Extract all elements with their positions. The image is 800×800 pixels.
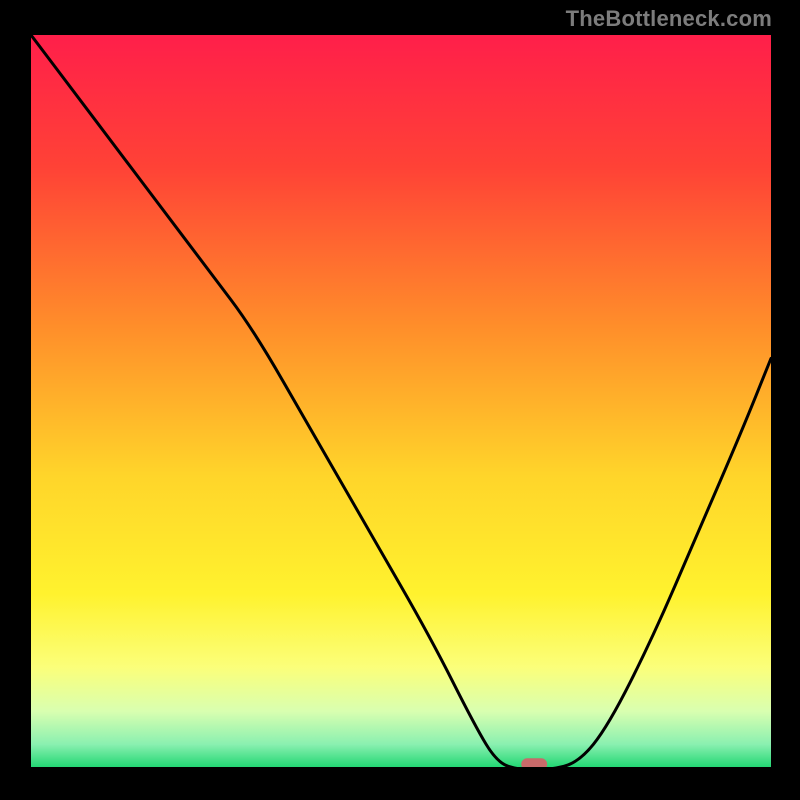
plot-area bbox=[31, 35, 771, 770]
chart-frame: TheBottleneck.com bbox=[0, 0, 800, 800]
watermark-text: TheBottleneck.com bbox=[566, 6, 772, 32]
plot-svg bbox=[31, 35, 771, 770]
gradient-background bbox=[31, 35, 771, 770]
